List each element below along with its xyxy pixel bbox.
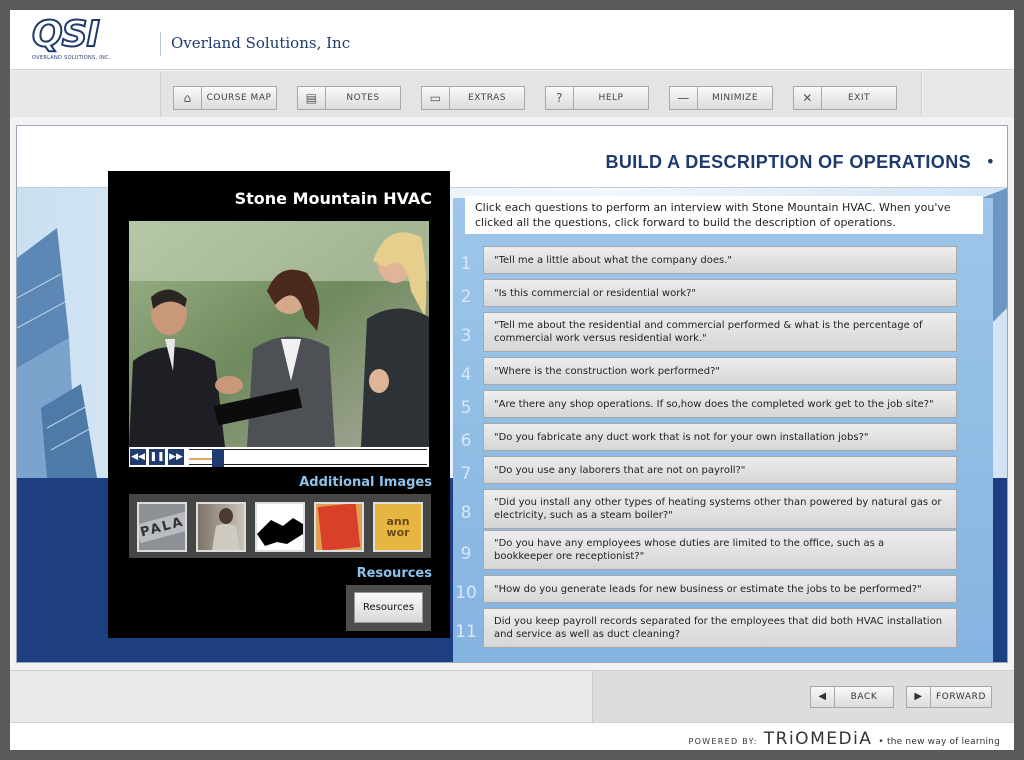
question-number: 2 — [460, 287, 472, 307]
question-button-1[interactable]: "Tell me a little about what the company… — [483, 246, 957, 274]
video-scrubber-handle[interactable] — [211, 449, 224, 467]
additional-images-label: Additional Images — [299, 475, 432, 490]
company-logo: QSI OVERLAND SOLUTIONS, INC. — [31, 14, 138, 64]
media-panel: Stone Mountain HVAC ◀◀ ❚❚ ▶▶ Additional … — [108, 171, 450, 638]
question-button-6[interactable]: "Do you fabricate any duct work that is … — [483, 423, 957, 451]
question-number: 4 — [460, 365, 472, 385]
question-button-10[interactable]: "How do you generate leads for new busin… — [483, 575, 957, 603]
thumb-5-text: ann wor — [386, 515, 410, 539]
forward-label: FORWARD — [935, 692, 987, 702]
toolbar-right-spacer — [923, 71, 1014, 117]
company-name: Overland Solutions, Inc — [160, 32, 350, 56]
additional-image-1[interactable]: PALA — [137, 502, 187, 552]
question-button-7[interactable]: "Do you use any laborers that are not on… — [483, 456, 957, 484]
help-label: HELP — [598, 93, 624, 103]
resources-box: Resources — [346, 585, 431, 631]
question-number: 1 — [460, 254, 472, 274]
resources-button[interactable]: Resources — [354, 592, 423, 623]
toolbar: ⌂ COURSE MAP ▤ NOTES ▭ EXTRAS ? HELP — M… — [160, 71, 922, 117]
additional-image-2[interactable] — [196, 502, 246, 552]
resources-label: Resources — [356, 566, 432, 581]
question-icon: ? — [546, 87, 574, 109]
minimize-button[interactable]: — MINIMIZE — [669, 86, 773, 110]
powered-by: POWERED BY: TRiOMEDiA • the new way of l… — [688, 729, 1000, 749]
fast-forward-button[interactable]: ▶▶ — [168, 449, 184, 465]
document-icon: ▤ — [298, 87, 326, 109]
navigation-controls: ◀ BACK ▶ FORWARD — [592, 671, 1014, 723]
question-button-2[interactable]: "Is this commercial or residential work?… — [483, 279, 957, 307]
video-title: Stone Mountain HVAC — [234, 189, 432, 208]
video-controls: ◀◀ ❚❚ ▶▶ — [129, 447, 429, 467]
question-number: 11 — [455, 622, 477, 642]
person-photo — [212, 508, 240, 550]
course-map-label: COURSE MAP — [206, 93, 272, 103]
question-button-3[interactable]: "Tell me about the residential and comme… — [483, 312, 957, 352]
powered-by-label: POWERED BY: — [688, 737, 758, 746]
extras-button[interactable]: ▭ EXTRAS — [421, 86, 525, 110]
forward-arrow-icon: ▶ — [907, 687, 931, 707]
instructions-text: Click each questions to perform an inter… — [465, 196, 983, 234]
footer: POWERED BY: TRiOMEDiA • the new way of l… — [10, 722, 1014, 750]
title-bullet: • — [985, 152, 995, 171]
question-button-9[interactable]: "Do you have any employees whose duties … — [483, 530, 957, 570]
handshake-photo — [257, 518, 303, 546]
toolbar-left-spacer — [10, 71, 160, 117]
pause-button[interactable]: ❚❚ — [149, 449, 165, 465]
question-number: 8 — [460, 503, 472, 523]
video-still — [129, 221, 429, 447]
additional-images-strip: PALA ann wor — [129, 494, 431, 558]
additional-image-3[interactable] — [255, 502, 305, 552]
back-label: BACK — [850, 692, 878, 702]
triomedia-logo: TRiOMEDiA — [763, 729, 873, 749]
question-number: 10 — [455, 583, 477, 603]
question-button-5[interactable]: "Are there any shop operations. If so,ho… — [483, 390, 957, 418]
video-frame[interactable] — [129, 221, 429, 447]
content-area: BUILD A DESCRIPTION OF OPERATIONS • Ston… — [16, 125, 1008, 663]
question-number: 6 — [460, 431, 472, 451]
app-window: QSI OVERLAND SOLUTIONS, INC. Overland So… — [10, 10, 1014, 750]
minus-icon: — — [670, 87, 698, 109]
notes-label: NOTES — [346, 93, 380, 103]
page-title: BUILD A DESCRIPTION OF OPERATIONS — [605, 152, 971, 172]
question-number: 7 — [460, 464, 472, 484]
back-arrow-icon: ◀ — [811, 687, 835, 707]
close-icon: ✕ — [794, 87, 822, 109]
exit-button[interactable]: ✕ EXIT — [793, 86, 897, 110]
question-number: 3 — [460, 326, 472, 346]
thumb-1-text: PALA — [139, 511, 185, 543]
rewind-button[interactable]: ◀◀ — [130, 449, 146, 465]
additional-image-5[interactable]: ann wor — [373, 502, 423, 552]
video-scrubber[interactable] — [189, 449, 427, 467]
tray-icon: ▭ — [422, 87, 450, 109]
navigation-bar: ◀ BACK ▶ FORWARD — [10, 670, 1014, 723]
extras-label: EXTRAS — [468, 93, 506, 103]
question-button-11[interactable]: Did you keep payroll records separated f… — [483, 608, 957, 648]
home-icon: ⌂ — [174, 87, 202, 109]
question-button-4[interactable]: "Where is the construction work performe… — [483, 357, 957, 385]
question-number: 9 — [460, 544, 472, 564]
header: QSI OVERLAND SOLUTIONS, INC. Overland So… — [10, 10, 1014, 70]
course-map-button[interactable]: ⌂ COURSE MAP — [173, 86, 277, 110]
logo-mark: QSI — [31, 14, 101, 55]
help-button[interactable]: ? HELP — [545, 86, 649, 110]
forward-button[interactable]: ▶ FORWARD — [906, 686, 992, 708]
notes-button[interactable]: ▤ NOTES — [297, 86, 401, 110]
exit-label: EXIT — [847, 93, 870, 103]
question-number: 5 — [460, 398, 472, 418]
minimize-label: MINIMIZE — [711, 93, 759, 103]
additional-image-4[interactable] — [314, 502, 364, 552]
red-document-shape — [317, 504, 361, 550]
logo-subtitle: OVERLAND SOLUTIONS, INC. — [32, 55, 111, 61]
tagline: • the new way of learning — [878, 737, 1000, 747]
back-button[interactable]: ◀ BACK — [810, 686, 894, 708]
question-button-8[interactable]: "Did you install any other types of heat… — [483, 489, 957, 529]
